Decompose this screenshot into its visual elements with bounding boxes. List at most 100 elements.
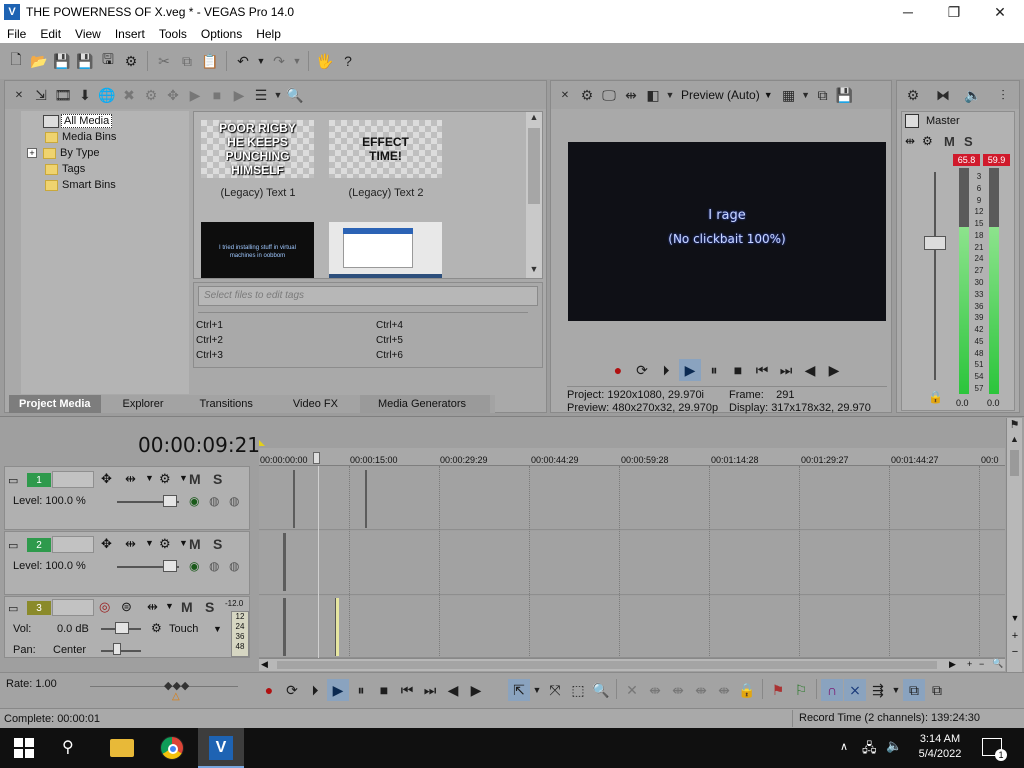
automation-icon[interactable]: ⚙ [151,621,162,635]
search-icon[interactable]: 🔍 [285,85,305,105]
track-lane-1[interactable] [259,466,1005,530]
remove-media-icon[interactable]: ✖ [119,85,139,105]
master-properties-icon[interactable]: ⚙ [903,85,923,105]
menu-options[interactable]: Options [194,27,249,41]
media-grid-scrollbar[interactable]: ▲ ▼ [526,112,542,278]
tree-item-by-type[interactable]: + By Type [25,145,189,161]
go-to-end-icon[interactable]: ⏭ [419,679,441,701]
menu-tools[interactable]: Tools [152,27,194,41]
scroll-thumb[interactable] [528,128,540,204]
file-explorer-icon[interactable] [110,739,134,757]
track-fx-dropdown-icon[interactable]: ▼ [165,601,174,611]
markers-icon[interactable]: ⚑ [1007,418,1022,434]
snapping-icon[interactable]: ∩ [821,679,843,701]
lock-envelopes-icon[interactable]: ⧉ [903,679,925,701]
network-icon[interactable]: 🖧 [862,739,877,761]
save-as-icon[interactable]: 💾 [75,51,95,71]
parent-mode-icon[interactable]: ◍ [209,559,219,573]
composite-mode-icon[interactable]: ◉ [189,559,199,573]
mute-button[interactable]: M [189,536,201,552]
play-media-icon[interactable]: ▶ [185,85,205,105]
zoom-out-horizontal-icon[interactable]: − [979,659,984,669]
play-icon[interactable]: ▶ [327,679,349,701]
paste-icon[interactable]: 📋 [200,51,220,71]
redo-dropdown-icon[interactable]: ▼ [292,51,302,71]
track-header-3[interactable]: ▭ 3 ◎ ⊜ ⇹ ▼ M S -12.0 Vol: 0.0 dB ⚙ Touc… [4,596,250,658]
solo-button[interactable]: S [205,599,214,615]
new-project-icon[interactable]: 🗋 [6,51,26,71]
loop-playback-icon[interactable]: ⟳ [631,359,653,381]
track-name-field[interactable] [52,471,94,488]
invert-phase-icon[interactable]: ⊜ [121,599,132,615]
scroll-thumb[interactable] [1010,450,1019,476]
previous-frame-icon[interactable]: ◀ [442,679,464,701]
master-gear-icon[interactable]: ⚙ [922,134,933,148]
volume-icon[interactable]: 🔈 [886,738,902,754]
track-motion-icon[interactable]: ✥ [101,536,112,552]
split-screen-icon[interactable]: ⇹ [621,85,641,105]
tab-transitions[interactable]: Transitions [178,395,273,413]
whats-this-help-icon[interactable]: ? [338,51,358,71]
timeline-horizontal-scrollbar[interactable]: ◀ ▶ + − 🔍 [259,658,1005,671]
child-mode-icon[interactable]: ◍ [229,559,239,573]
capture-video-icon[interactable]: 🎞 [53,85,73,105]
play-from-start-icon[interactable]: ⏵ [655,359,677,381]
next-frame-icon[interactable]: ▶ [823,359,845,381]
media-thumbnail[interactable]: EFFECT TIME! [329,120,442,178]
audio-icon[interactable]: 🔈 [963,85,983,105]
track-lane-2[interactable] [259,531,1005,595]
master-fx-icon[interactable]: ⇹ [905,134,915,148]
insert-marker-icon[interactable]: ⚑ [767,679,789,701]
get-media-from-web-icon[interactable]: ⬇ [75,85,95,105]
menu-help[interactable]: Help [249,27,288,41]
delete-icon[interactable]: ✕ [621,679,643,701]
composite-mode-icon[interactable]: ◉ [189,494,199,508]
timecode-display[interactable]: 00:00:09:21 [138,433,260,457]
panel-close-icon[interactable]: ✕ [555,85,575,105]
go-to-start-icon[interactable]: ⏮ [396,679,418,701]
pause-icon[interactable]: ⏸ [703,359,725,381]
play-icon[interactable]: ▶ [679,359,701,381]
play-from-start-icon[interactable]: ⏵ [304,679,326,701]
maximize-button[interactable]: ❐ [931,0,977,24]
auto-crossfade-icon[interactable]: ⨯ [844,679,866,701]
master-mute-button[interactable]: M [944,134,955,149]
overlays-dropdown-icon[interactable]: ▼ [801,85,811,105]
track-motion-icon[interactable]: ✥ [101,471,112,487]
tab-explorer[interactable]: Explorer [101,395,178,413]
minimize-button[interactable]: ─ [885,0,931,24]
media-fx-icon[interactable]: ⚙ [141,85,161,105]
vegas-taskbar-button[interactable]: V [198,728,244,768]
zoom-in-horizontal-icon[interactable]: + [967,659,972,669]
rate-reset-icon[interactable]: △ [172,691,180,702]
mute-button[interactable]: M [181,599,193,615]
close-button[interactable]: ✕ [977,0,1023,24]
menu-view[interactable]: View [68,27,108,41]
edit-tool-dropdown-icon[interactable]: ▼ [531,679,543,701]
solo-button[interactable]: S [213,536,222,552]
level-slider-handle[interactable] [163,495,177,507]
event-clip[interactable] [365,470,367,528]
preview-quality-dropdown[interactable]: Preview (Auto) ▼ [677,88,777,102]
copy-icon[interactable]: ⧉ [177,51,197,71]
panel-close-icon[interactable]: ✕ [9,85,29,105]
scroll-right-icon[interactable]: ▶ [949,659,956,670]
preview-properties-icon[interactable]: ⚙ [577,85,597,105]
track-header-1[interactable]: ▭ 1 ✥ ⇹ ▼ ⚙ ▼ M S Level: 100.0 % ◉ ◍ ◍ [4,466,250,530]
master-fader-handle[interactable] [924,236,946,250]
downmix-icon[interactable]: ⧓ [933,85,953,105]
undo-icon[interactable]: ↶ [233,51,253,71]
views-icon[interactable]: ☰ [251,85,271,105]
track-fx-dropdown-icon[interactable]: ▼ [145,473,154,483]
parent-mode-icon[interactable]: ◍ [209,494,219,508]
overlays-icon[interactable]: ▦ [779,85,799,105]
arm-for-record-icon[interactable]: ◎ [99,599,110,615]
track-name-field[interactable] [52,599,94,616]
event-clip[interactable] [283,598,286,656]
compositing-dropdown-icon[interactable]: ▼ [179,473,188,483]
shortcut-label[interactable]: Ctrl+3 [196,348,223,363]
track-fx-dropdown-icon[interactable]: ▼ [145,538,154,548]
chrome-icon[interactable] [160,736,184,760]
tree-item-smart-bins[interactable]: Smart Bins [25,177,189,193]
go-to-start-icon[interactable]: ⏮ [751,359,773,381]
